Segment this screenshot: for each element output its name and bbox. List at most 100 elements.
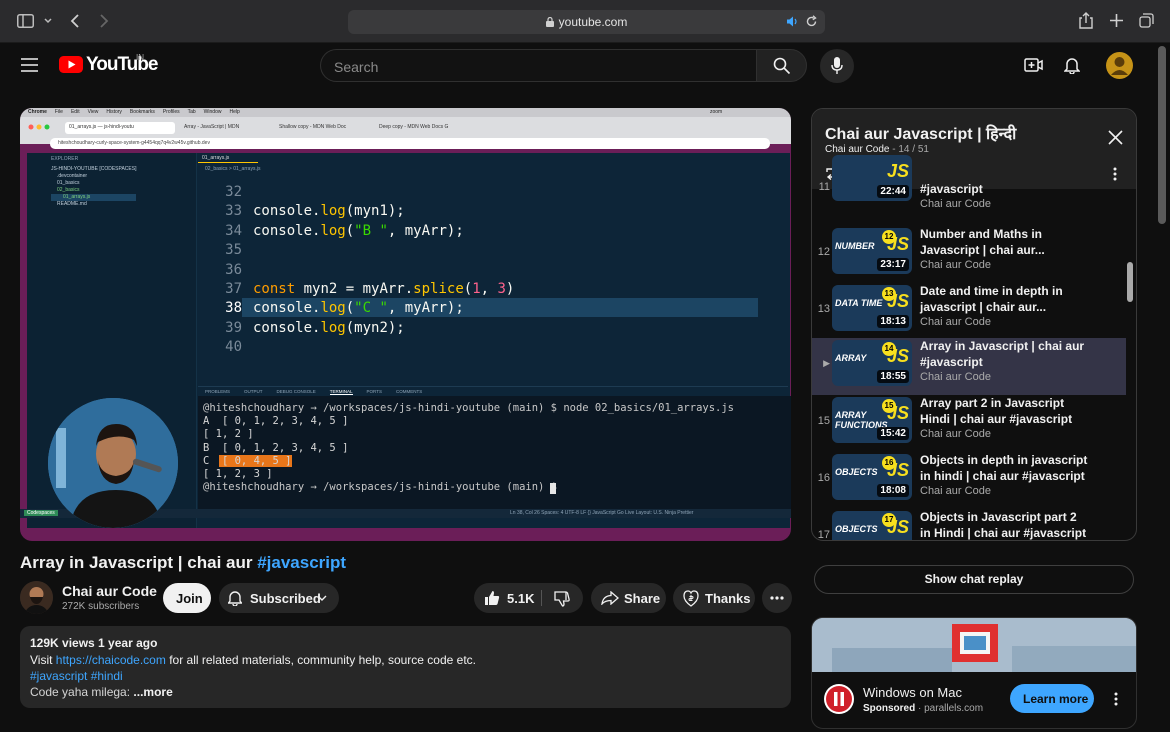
share-label: Share (624, 591, 661, 606)
video-menubar-item: Profiles (162, 109, 180, 115)
dislike-button[interactable] (542, 583, 583, 613)
playlist-item[interactable]: 12 NUMBER JS 12 23:17 Number and Maths in Jav… (812, 226, 1126, 283)
more-vertical-icon[interactable] (1113, 167, 1117, 181)
learn-more-label: Learn more (1023, 692, 1089, 706)
share-icon[interactable] (1079, 12, 1093, 29)
thumbnail-text: OBJECTS (835, 524, 878, 534)
playlist-item-channel: Chai aur Code (920, 485, 991, 497)
code-line: console.log("B ", myArr); (253, 222, 464, 239)
terminal-line: [ 1, 2, 3 ] (203, 468, 273, 480)
speaker-icon[interactable] (786, 15, 799, 28)
zoom-label: zoom (710, 109, 723, 115)
playlist-item-title: Array part 2 in Javascript Hindi | chai … (920, 396, 1073, 426)
like-button[interactable]: 5.1K (474, 583, 540, 613)
playlist-item-channel: Chai aur Code (920, 259, 991, 271)
description-code-line: Code yaha milega: (30, 685, 134, 699)
code-line-number: 37 (225, 281, 242, 297)
voice-search-button[interactable] (820, 49, 854, 83)
close-icon[interactable] (1108, 130, 1123, 145)
panel-tab: PORTS (366, 389, 382, 394)
playlist-item-title: Number and Maths in Javascript | chai au… (920, 227, 1045, 257)
playlist-item-index: ▶ (823, 358, 830, 368)
chevron-down-icon (317, 595, 327, 601)
playlist-item-thumbnail: OBJECTS JS 17 (832, 511, 912, 540)
ad-banner-graphic-icon (812, 618, 1136, 672)
chevron-down-icon[interactable] (44, 18, 52, 24)
parallels-logo-icon (824, 684, 854, 714)
search-placeholder: Search (334, 59, 379, 75)
show-more-link[interactable]: ...more (133, 685, 172, 699)
playlist-item[interactable]: 15 ARRAY FUNCTIONS JS 15 15:42 Array part 2 i… (812, 395, 1126, 452)
panel-tab: COMMENTS (395, 389, 423, 394)
sidebar-toggle-icon[interactable] (17, 14, 34, 28)
search-input[interactable]: Search (320, 49, 756, 82)
playlist-item-channel: Chai aur Code (920, 371, 991, 383)
video-menubar-item: Edit (70, 109, 80, 115)
show-chat-replay-button[interactable]: Show chat replay (814, 565, 1134, 594)
subscribed-button[interactable]: Subscribed (219, 583, 339, 613)
create-video-icon[interactable] (1024, 57, 1043, 73)
video-tab-3: Shallow copy - MDN Web Doc (279, 124, 347, 130)
terminal-line: B [ 0, 1, 2, 3, 4, 5 ] (203, 441, 349, 454)
code-line: const myn2 = myArr.splice(1, 3) (253, 281, 515, 297)
panel-tab: DEBUG CONSOLE (276, 389, 316, 394)
code-line-number: 33 (225, 203, 242, 220)
code-line: console.log(myn2); (253, 319, 405, 336)
description-box[interactable]: 129K views 1 year ago Visit https://chai… (20, 626, 791, 708)
thanks-button[interactable]: Thanks (673, 583, 755, 613)
code-line-number: 36 (225, 261, 242, 278)
video-tab-4: Deep copy - MDN Web Docs G (379, 124, 449, 130)
new-tab-icon[interactable] (1110, 14, 1123, 27)
code-line-number: 40 (225, 339, 242, 356)
playlist-item-thumbnail: ARRAY JS 14 18:55 (832, 340, 912, 386)
thumbnail-text: NUMBER (835, 241, 875, 251)
address-bar[interactable]: youtube.com (348, 10, 825, 34)
notifications-bell-icon[interactable] (1064, 56, 1080, 74)
search-button[interactable] (756, 49, 807, 82)
playlist-item[interactable]: 13 DATA TIME JS 13 18:13 Date and time in dep… (812, 283, 1126, 340)
channel-name[interactable]: Chai aur Code (62, 583, 157, 599)
page-scrollbar[interactable] (1158, 46, 1166, 224)
playlist-item-channel: Chai aur Code (920, 198, 991, 210)
presenter-figure-icon (48, 398, 178, 528)
video-player[interactable]: Chrome File Edit View History Bookmarks Profil… (20, 108, 791, 541)
ad-banner-image (812, 618, 1136, 672)
join-button[interactable]: Join (163, 583, 211, 613)
back-icon[interactable] (70, 14, 80, 28)
share-button[interactable]: Share (591, 583, 666, 613)
terminal-line: C [ 0, 4, 5 ] (203, 454, 292, 467)
description-hashtags[interactable]: #javascript #hindi (30, 669, 123, 683)
editor-tab-label: 01_arrays.js (202, 155, 230, 161)
visit-prefix: Visit (30, 653, 56, 667)
more-actions-button[interactable] (762, 583, 792, 613)
subscribed-label: Subscribed (250, 591, 321, 606)
learn-more-button[interactable]: Learn more (1010, 684, 1094, 713)
thumbnail-episode-number: 17 (882, 513, 896, 527)
description-visit-line: Visit https://chaicode.com for all relat… (30, 653, 476, 667)
playlist-item-title: Array in Javascript | chai aur #javascri… (920, 339, 1085, 369)
playlist-channel[interactable]: Chai aur Code (825, 144, 889, 155)
playlist-item[interactable]: 17 OBJECTS JS 17 Objects in Javascript part … (812, 509, 1126, 540)
panel-tab: OUTPUT (244, 389, 263, 394)
code-line: console.log(myn1); (253, 203, 405, 220)
video-title-hashtag[interactable]: #javascript (257, 553, 346, 572)
sponsored-ad[interactable]: Windows on Mac Sponsored · parallels.com… (811, 617, 1137, 729)
hamburger-menu-icon[interactable] (21, 58, 38, 72)
forward-icon[interactable] (99, 14, 109, 28)
channel-avatar-icon (20, 581, 53, 614)
playlist-scrollbar[interactable] (1127, 262, 1133, 302)
video-menubar-item: View (87, 109, 99, 115)
playlist-item[interactable]: ▶ ARRAY JS 14 18:55 Array in Javascript | cha… (812, 338, 1126, 395)
channel-avatar[interactable] (20, 581, 53, 614)
tab-overview-icon[interactable] (1139, 13, 1154, 28)
avatar[interactable] (1106, 52, 1133, 79)
reload-icon[interactable] (805, 15, 818, 28)
playlist-item[interactable]: 16 OBJECTS JS 16 18:08 Objects in depth in ja… (812, 452, 1126, 509)
chaicode-link[interactable]: https://chaicode.com (56, 653, 166, 667)
ad-more-vertical-icon[interactable] (1114, 692, 1118, 706)
video-menubar-item: Window (203, 109, 222, 115)
code-line-number: 34 (225, 222, 242, 239)
video-menubar-item: Bookmarks (129, 109, 155, 115)
playlist-title[interactable]: Chai aur Javascript | हिन्दी (825, 122, 1016, 144)
browser-toolbar: youtube.com (0, 0, 1170, 43)
